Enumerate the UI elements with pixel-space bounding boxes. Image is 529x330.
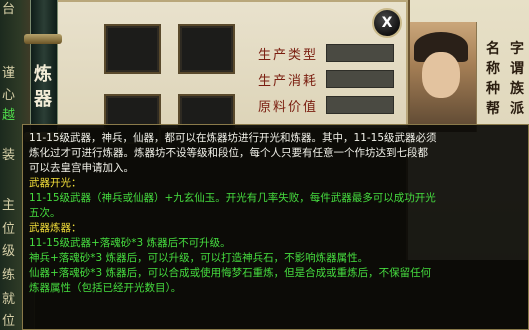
char-label-guild: 帮 <box>486 101 500 117</box>
char-label-title-2: 谓 <box>510 61 524 77</box>
attr-value-type <box>326 44 394 62</box>
left-text-3: 心 <box>2 88 16 103</box>
tooltip-intro-1: 11-15级武器，神兵，仙器，都可以在炼器坊进行开光和炼器。其中，11-15级武… <box>29 132 437 144</box>
tooltip-intro-2: 炼化过才可进行炼器。炼器坊不设等级和段位，每个人只要有任意一个作坊达到七段都 <box>29 147 428 159</box>
attr-label-cost: 生产消耗 <box>258 74 319 89</box>
left-text-11: 位 <box>2 314 16 329</box>
left-text-7: 位 <box>2 222 16 237</box>
close-button[interactable]: X <box>372 8 402 38</box>
scroll-cap-top <box>24 34 62 44</box>
char-label-guild-2: 派 <box>510 101 524 117</box>
forge-title-2: 器 <box>34 89 52 110</box>
portrait-face <box>422 52 460 98</box>
attr-value-cost <box>326 70 394 88</box>
tooltip-lianqi-title: 武器炼器： <box>29 222 82 234</box>
left-text-4: 越 <box>2 108 16 123</box>
left-text-10: 就 <box>2 292 16 307</box>
forge-help-tooltip: 11-15级武器，神兵，仙器，都可以在炼器坊进行开光和炼器。其中，11-15级武… <box>22 124 529 330</box>
forge-slot-2[interactable] <box>178 24 235 74</box>
tooltip-lianqi-line-2: 神兵+落魂砂*3 炼器后，可以升级，可以打造神兵石，不影响炼器属性。 <box>29 252 369 264</box>
tooltip-lianqi-line-3: 仙器+落魂砂*3 炼器后，可以合成或使用悔梦石重炼，但是合成或重炼后，不保留任何 <box>29 267 432 279</box>
left-text-6: 主 <box>2 198 16 213</box>
char-label-title: 称 <box>486 61 500 77</box>
left-text-1: 台 <box>2 2 16 17</box>
tooltip-intro-3: 可以去皇宫申请加入。 <box>29 162 134 174</box>
attr-label-value: 原料价值 <box>258 100 319 115</box>
tooltip-kaiguang-line-1: 11-15级武器（神兵或仙器）+九玄仙玉。开光有几率失败，每件武器最多可以成功开… <box>29 192 436 204</box>
tooltip-lianqi-line-1: 11-15级武器+落魂砂*3 炼器后不可升级。 <box>29 237 231 249</box>
char-label-name-2: 字 <box>510 41 524 57</box>
tooltip-kaiguang-title: 武器开光： <box>29 177 82 189</box>
attr-label-type: 生产类型 <box>258 48 319 63</box>
tooltip-lianqi-line-4: 炼器属性（包括已经开光数目）。 <box>29 282 182 294</box>
char-label-name: 名 <box>486 41 500 57</box>
tooltip-kaiguang-line-2: 五次。 <box>29 207 61 219</box>
left-text-2: 谨 <box>2 66 16 81</box>
char-label-race: 种 <box>486 81 500 97</box>
left-text-8: 级 <box>2 244 16 259</box>
attr-value-value <box>326 96 394 114</box>
forge-slot-1[interactable] <box>104 24 161 74</box>
forge-title: 炼 <box>34 64 52 85</box>
char-label-race-2: 族 <box>510 81 524 97</box>
left-text-9: 练 <box>2 268 16 283</box>
left-text-5: 装 <box>2 148 16 163</box>
